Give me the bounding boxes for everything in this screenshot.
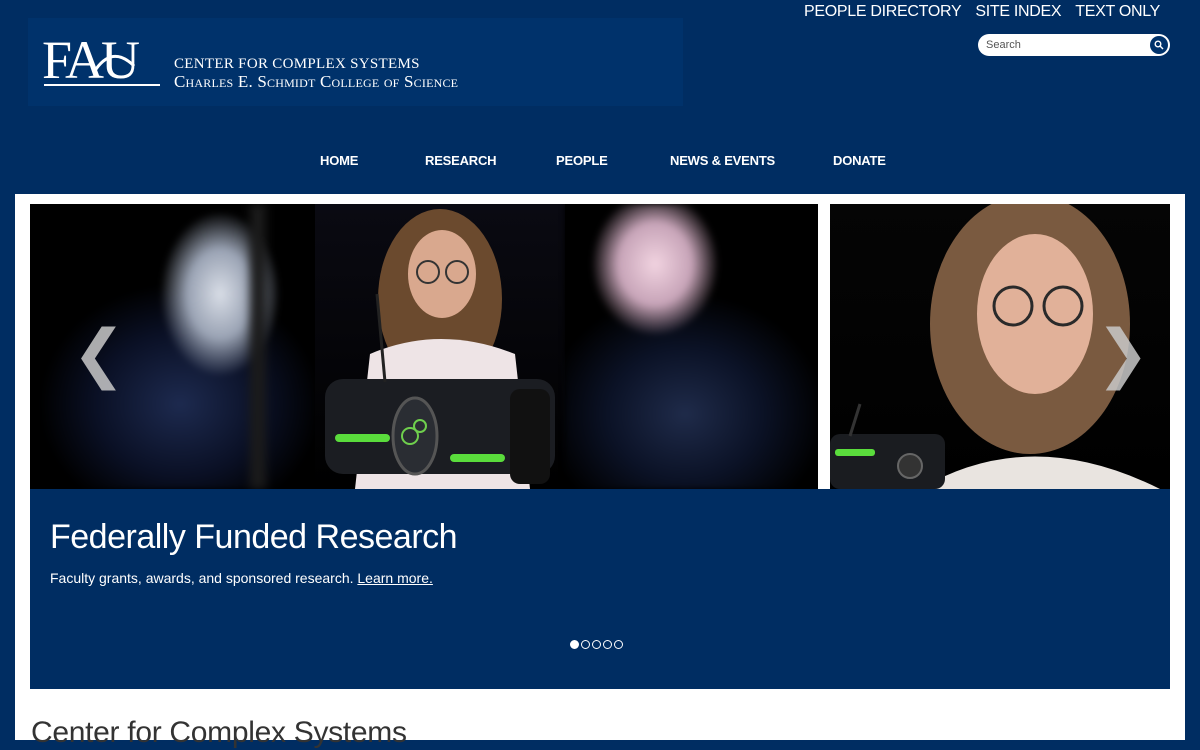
search-box [978,34,1170,56]
fau-logo: FAU [42,30,162,88]
hero-slider: ❮ ❯ Federally Funded Research Faculty gr… [30,204,1170,689]
nav-research[interactable]: RESEARCH [425,150,497,172]
slide-indicators [570,640,623,649]
search-button[interactable] [1150,36,1168,54]
slide-dot-4[interactable] [603,640,612,649]
center-name: CENTER FOR COMPLEX SYSTEMS [174,56,420,72]
blurred-image-right [565,204,818,489]
nav-home[interactable]: HOME [320,150,358,172]
college-name: Charles E. Schmidt College of Science [174,72,459,91]
slide-caption: Faculty grants, awards, and sponsored re… [50,570,433,586]
slide-title: Federally Funded Research [50,518,458,556]
slide-dot-3[interactable] [592,640,601,649]
next-slide-arrow[interactable]: ❯ [1096,322,1150,386]
text-only-link[interactable]: TEXT ONLY [1075,3,1160,21]
slide-caption-text: Faculty grants, awards, and sponsored re… [50,570,354,586]
learn-more-link[interactable]: Learn more. [357,570,432,586]
slide-image: ❮ ❯ [30,204,1170,489]
site-index-link[interactable]: SITE INDEX [975,3,1061,21]
site-logo-block[interactable]: FAU CENTER FOR COMPLEX SYSTEMS Charles E… [28,18,683,106]
nav-donate[interactable]: DONATE [833,150,886,172]
main-nav: HOME RESEARCH PEOPLE NEWS & EVENTS DONAT… [0,150,1200,174]
slide-dot-5[interactable] [614,640,623,649]
people-directory-link[interactable]: PEOPLE DIRECTORY [804,3,962,21]
researcher-photo-1 [315,204,565,489]
nav-news-events[interactable]: NEWS & EVENTS [670,150,775,172]
slide-dot-1[interactable] [570,640,579,649]
utility-links: PEOPLE DIRECTORY SITE INDEX TEXT ONLY [804,3,1160,21]
prev-slide-arrow[interactable]: ❮ [72,322,126,386]
content-panel: ❮ ❯ Federally Funded Research Faculty gr… [15,194,1185,749]
search-icon [1154,40,1164,50]
page-title: Center for Complex Systems [31,716,407,749]
nav-people[interactable]: PEOPLE [556,150,608,172]
slide-dot-2[interactable] [581,640,590,649]
search-input[interactable] [986,36,1136,54]
